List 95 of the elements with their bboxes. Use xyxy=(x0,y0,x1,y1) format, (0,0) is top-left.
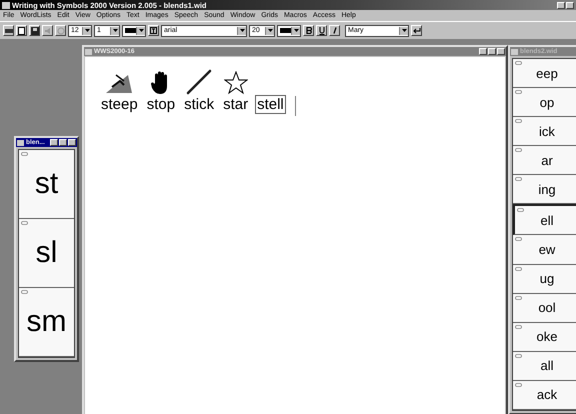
save-button[interactable] xyxy=(29,25,40,36)
cell-text: st xyxy=(34,167,58,201)
symbol-button[interactable] xyxy=(55,25,66,36)
cell-text: ick xyxy=(539,124,555,139)
link-icon xyxy=(21,221,28,225)
speak-button[interactable] xyxy=(42,25,53,36)
cell-text: sl xyxy=(36,236,58,270)
print-button[interactable] xyxy=(3,25,14,36)
cell-text: sm xyxy=(26,305,66,339)
cell-text: oke xyxy=(536,329,558,344)
cell-text: ell xyxy=(540,212,554,228)
grid-cell[interactable]: all xyxy=(513,352,576,381)
link-icon xyxy=(515,382,522,387)
grid-cell[interactable]: eep xyxy=(513,59,576,88)
text-caret xyxy=(294,96,296,116)
minimize-button[interactable] xyxy=(50,139,58,146)
color-picker[interactable] xyxy=(277,24,301,36)
word-text: steep xyxy=(100,95,139,114)
document-icon xyxy=(85,48,92,54)
link-icon xyxy=(515,119,522,124)
link-icon xyxy=(515,61,522,65)
text-mode-button[interactable] xyxy=(148,25,159,36)
word-text: stop xyxy=(146,95,176,114)
speaker-icon xyxy=(44,26,52,34)
underline-button[interactable] xyxy=(316,25,327,36)
star-icon xyxy=(224,71,248,95)
page-icon xyxy=(18,26,25,34)
grid-cell[interactable]: ew xyxy=(513,235,576,265)
grid-cell[interactable]: ack xyxy=(513,380,576,410)
link-icon xyxy=(21,290,28,294)
italic-icon xyxy=(332,27,338,34)
cell-text: ar xyxy=(541,152,553,168)
grid-cell[interactable]: sm xyxy=(19,288,74,357)
grid-icon xyxy=(17,140,24,146)
text-icon xyxy=(150,27,157,34)
grid-cell[interactable]: ug xyxy=(513,264,576,294)
bold-button[interactable] xyxy=(303,25,314,36)
link-icon xyxy=(517,208,524,212)
grid-cell[interactable]: ell xyxy=(513,204,576,236)
maximize-button[interactable] xyxy=(566,2,574,8)
maximize-button[interactable] xyxy=(59,139,67,146)
link-icon xyxy=(515,354,522,358)
save-icon xyxy=(30,26,38,34)
cell-text: op xyxy=(540,94,554,110)
cell-text: ool xyxy=(538,300,556,316)
circle-icon xyxy=(56,26,64,34)
dropdown-arrow-icon xyxy=(402,29,406,32)
grid-cell[interactable]: ing xyxy=(513,175,576,204)
grid-icon xyxy=(511,48,518,54)
link-icon xyxy=(515,148,522,152)
dropdown-arrow-icon xyxy=(294,29,299,32)
preview-button[interactable] xyxy=(16,25,27,36)
grid-cell[interactable]: ick xyxy=(513,117,576,146)
return-arrow-icon xyxy=(412,27,420,34)
cell-text: ack xyxy=(536,387,558,402)
stick-icon xyxy=(186,69,212,95)
word-text: star xyxy=(222,95,250,114)
close-button[interactable] xyxy=(68,139,76,146)
word-text: stell xyxy=(255,95,286,114)
link-icon xyxy=(21,152,28,156)
bold-icon xyxy=(306,27,312,34)
link-icon xyxy=(515,324,522,329)
link-icon xyxy=(515,237,522,242)
minimize-button[interactable] xyxy=(557,2,565,8)
grid-cell[interactable]: ar xyxy=(513,146,576,176)
cell-text: ug xyxy=(540,271,554,286)
word-text: stick xyxy=(183,95,216,114)
grid-cell[interactable]: sl xyxy=(19,219,74,288)
color-swatch-icon xyxy=(125,28,136,33)
italic-button[interactable] xyxy=(329,25,340,36)
link-icon xyxy=(515,90,522,94)
link-icon xyxy=(515,296,522,300)
color-swatch-icon xyxy=(280,28,292,33)
color-picker[interactable] xyxy=(122,24,146,36)
cell-text: all xyxy=(540,358,554,374)
underline-icon xyxy=(318,26,324,34)
close-button[interactable] xyxy=(497,48,505,55)
grid-cell[interactable]: ool xyxy=(513,294,576,323)
grid-cell[interactable]: op xyxy=(513,88,576,118)
dropdown-arrow-icon xyxy=(268,29,272,32)
grid-cell[interactable]: oke xyxy=(513,322,576,352)
cell-text: ew xyxy=(538,242,556,257)
dropdown-arrow-icon xyxy=(112,29,118,32)
cell-text: ing xyxy=(538,182,556,197)
dropdown-arrow-icon xyxy=(240,29,244,32)
dropdown-arrow-icon xyxy=(84,29,90,32)
link-icon xyxy=(515,266,522,271)
maximize-button[interactable] xyxy=(488,48,496,55)
printer-icon xyxy=(4,27,12,34)
dropdown-arrow-icon xyxy=(138,29,144,32)
grid-cell[interactable]: st xyxy=(19,150,74,219)
link-icon xyxy=(515,177,522,182)
minimize-button[interactable] xyxy=(479,48,487,55)
cell-text: eep xyxy=(536,66,558,81)
enter-button[interactable] xyxy=(411,25,422,36)
